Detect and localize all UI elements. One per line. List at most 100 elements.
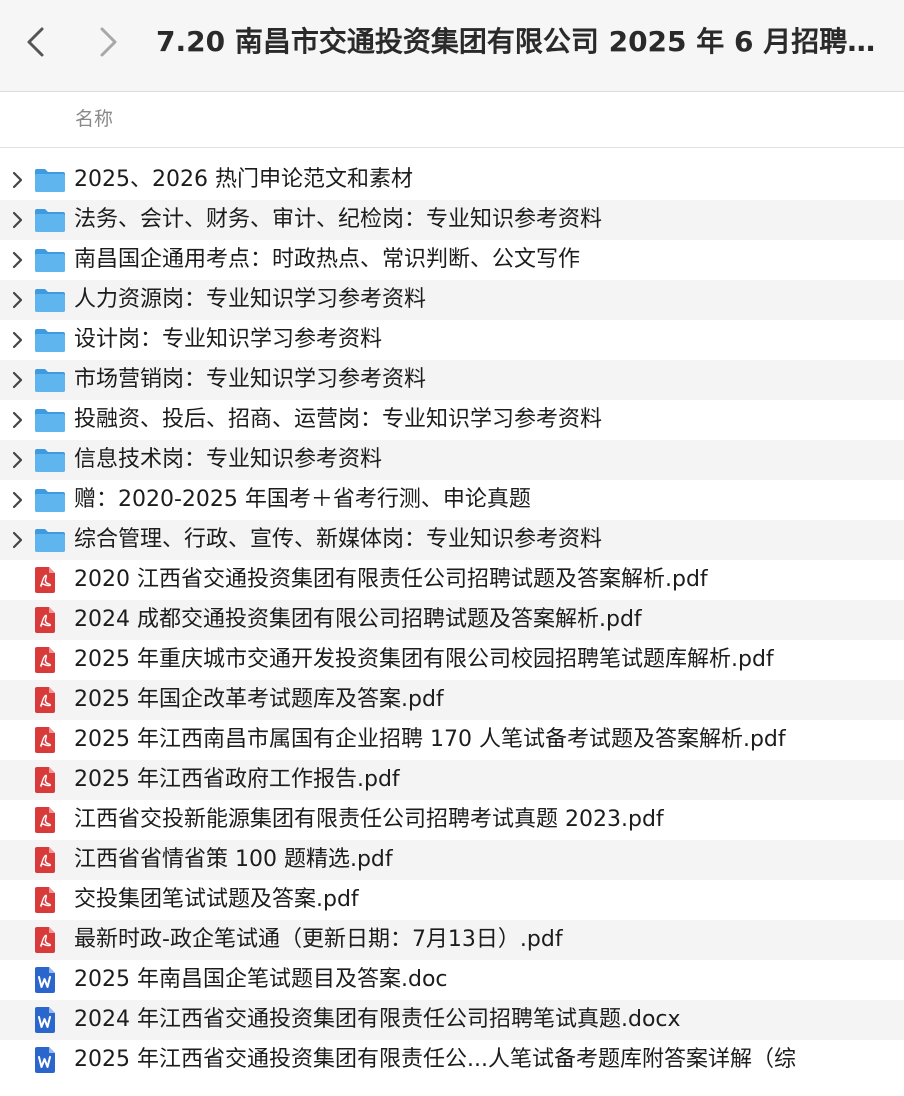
pdf-file-icon xyxy=(34,720,74,760)
folder-row[interactable]: 2025、2026 热门申论范文和素材 xyxy=(0,160,904,200)
chevron-right-icon xyxy=(12,331,23,349)
pdf-file-icon xyxy=(34,920,74,960)
item-name: 2025 年江西省政府工作报告.pdf xyxy=(74,767,400,792)
chevron-right-icon xyxy=(100,27,117,57)
disclosure-toggle[interactable] xyxy=(0,200,34,240)
folder-row[interactable]: 设计岗：专业知识学习参考资料 xyxy=(0,320,904,360)
pdf-file-icon xyxy=(34,560,74,600)
disclosure-toggle[interactable] xyxy=(0,520,34,560)
folder-icon xyxy=(34,480,74,520)
chevron-right-icon xyxy=(12,491,23,509)
disclosure-spacer xyxy=(0,1040,34,1080)
item-name: 设计岗：专业知识学习参考资料 xyxy=(74,327,383,352)
pdf-file-icon xyxy=(34,840,74,880)
folder-row[interactable]: 赠：2020-2025 年国考＋省考行测、申论真题 xyxy=(0,480,904,520)
item-name: 2025 年重庆城市交通开发投资集团有限公司校园招聘笔试题库解析.pdf xyxy=(74,647,774,672)
word-file-icon xyxy=(34,1040,74,1080)
folder-row[interactable]: 综合管理、行政、宣传、新媒体岗：专业知识参考资料 xyxy=(0,520,904,560)
column-header-name[interactable]: 名称 xyxy=(75,106,113,132)
chevron-right-icon xyxy=(12,291,23,309)
pdf-file-icon xyxy=(34,880,74,920)
chevron-right-icon xyxy=(12,251,23,269)
disclosure-toggle[interactable] xyxy=(0,160,34,200)
pdf-file-icon xyxy=(34,640,74,680)
folder-icon xyxy=(34,280,74,320)
item-name: 人力资源岗：专业知识学习参考资料 xyxy=(74,287,427,312)
file-row[interactable]: 2025 年重庆城市交通开发投资集团有限公司校园招聘笔试题库解析.pdf xyxy=(0,640,904,680)
file-row[interactable]: 江西省交投新能源集团有限责任公司招聘考试真题 2023.pdf xyxy=(0,800,904,840)
disclosure-spacer xyxy=(0,560,34,600)
file-row[interactable]: 2025 年江西省交通投资集团有限责任公...人笔试备考题库附答案详解（综 xyxy=(0,1040,904,1080)
file-row[interactable]: 2024 成都交通投资集团有限公司招聘试题及答案解析.pdf xyxy=(0,600,904,640)
chevron-left-icon xyxy=(27,27,44,57)
folder-row[interactable]: 南昌国企通用考点：时政热点、常识判断、公文写作 xyxy=(0,240,904,280)
folder-row[interactable]: 投融资、投后、招商、运营岗：专业知识学习参考资料 xyxy=(0,400,904,440)
file-row[interactable]: 江西省省情省策 100 题精选.pdf xyxy=(0,840,904,880)
word-file-icon xyxy=(34,960,74,1000)
forward-button[interactable] xyxy=(88,22,128,62)
folder-row[interactable]: 人力资源岗：专业知识学习参考资料 xyxy=(0,280,904,320)
item-name: 信息技术岗：专业知识参考资料 xyxy=(74,447,383,472)
disclosure-toggle[interactable] xyxy=(0,240,34,280)
chevron-right-icon xyxy=(12,211,23,229)
file-row[interactable]: 2020 江西省交通投资集团有限责任公司招聘试题及答案解析.pdf xyxy=(0,560,904,600)
file-list: 2025、2026 热门申论范文和素材法务、会计、财务、审计、纪检岗：专业知识参… xyxy=(0,160,904,1080)
disclosure-spacer xyxy=(0,760,34,800)
disclosure-spacer xyxy=(0,680,34,720)
folder-icon xyxy=(34,240,74,280)
word-file-icon xyxy=(34,1000,74,1040)
item-name: 2024 成都交通投资集团有限公司招聘试题及答案解析.pdf xyxy=(74,607,642,632)
folder-icon xyxy=(34,320,74,360)
toolbar: 7.20 南昌市交通投资集团有限公司 2025 年 6 月招聘笔... xyxy=(0,0,904,92)
file-row[interactable]: 2025 年江西省政府工作报告.pdf xyxy=(0,760,904,800)
folder-row[interactable]: 市场营销岗：专业知识学习参考资料 xyxy=(0,360,904,400)
pdf-file-icon xyxy=(34,760,74,800)
item-name: 投融资、投后、招商、运营岗：专业知识学习参考资料 xyxy=(74,407,603,432)
item-name: 交投集团笔试试题及答案.pdf xyxy=(74,887,359,912)
disclosure-spacer xyxy=(0,720,34,760)
file-row[interactable]: 2025 年南昌国企笔试题目及答案.doc xyxy=(0,960,904,1000)
chevron-right-icon xyxy=(12,371,23,389)
item-name: 2020 江西省交通投资集团有限责任公司招聘试题及答案解析.pdf xyxy=(74,567,708,592)
item-name: 江西省交投新能源集团有限责任公司招聘考试真题 2023.pdf xyxy=(74,807,664,832)
pdf-file-icon xyxy=(34,680,74,720)
disclosure-spacer xyxy=(0,920,34,960)
item-name: 2025 年南昌国企笔试题目及答案.doc xyxy=(74,967,448,992)
item-name: 2024 年江西省交通投资集团有限责任公司招聘笔试真题.docx xyxy=(74,1007,681,1032)
item-name: 赠：2020-2025 年国考＋省考行测、申论真题 xyxy=(74,487,531,512)
folder-icon xyxy=(34,160,74,200)
disclosure-spacer xyxy=(0,1000,34,1040)
chevron-right-icon xyxy=(12,411,23,429)
file-row[interactable]: 2025 年国企改革考试题库及答案.pdf xyxy=(0,680,904,720)
folder-row[interactable]: 法务、会计、财务、审计、纪检岗：专业知识参考资料 xyxy=(0,200,904,240)
file-row[interactable]: 2025 年江西南昌市属国有企业招聘 170 人笔试备考试题及答案解析.pdf xyxy=(0,720,904,760)
disclosure-toggle[interactable] xyxy=(0,280,34,320)
disclosure-toggle[interactable] xyxy=(0,320,34,360)
disclosure-toggle[interactable] xyxy=(0,400,34,440)
disclosure-toggle[interactable] xyxy=(0,480,34,520)
window-title: 7.20 南昌市交通投资集团有限公司 2025 年 6 月招聘笔... xyxy=(156,25,896,58)
folder-icon xyxy=(34,400,74,440)
item-name: 江西省省情省策 100 题精选.pdf xyxy=(74,847,393,872)
folder-row[interactable]: 信息技术岗：专业知识参考资料 xyxy=(0,440,904,480)
item-name: 2025 年国企改革考试题库及答案.pdf xyxy=(74,687,444,712)
pdf-file-icon xyxy=(34,800,74,840)
item-name: 2025、2026 热门申论范文和素材 xyxy=(74,167,413,192)
disclosure-spacer xyxy=(0,960,34,1000)
disclosure-spacer xyxy=(0,880,34,920)
disclosure-toggle[interactable] xyxy=(0,440,34,480)
file-row[interactable]: 交投集团笔试试题及答案.pdf xyxy=(0,880,904,920)
item-name: 最新时政-政企笔试通（更新日期：7月13日）.pdf xyxy=(74,927,563,952)
item-name: 2025 年江西省交通投资集团有限责任公...人笔试备考题库附答案详解（综 xyxy=(74,1047,796,1072)
chevron-right-icon xyxy=(12,531,23,549)
file-row[interactable]: 2024 年江西省交通投资集团有限责任公司招聘笔试真题.docx xyxy=(0,1000,904,1040)
disclosure-toggle[interactable] xyxy=(0,360,34,400)
disclosure-spacer xyxy=(0,800,34,840)
item-name: 法务、会计、财务、审计、纪检岗：专业知识参考资料 xyxy=(74,207,603,232)
file-row[interactable]: 最新时政-政企笔试通（更新日期：7月13日）.pdf xyxy=(0,920,904,960)
disclosure-spacer xyxy=(0,600,34,640)
folder-icon xyxy=(34,520,74,560)
folder-icon xyxy=(34,360,74,400)
item-name: 市场营销岗：专业知识学习参考资料 xyxy=(74,367,427,392)
back-button[interactable] xyxy=(16,22,56,62)
